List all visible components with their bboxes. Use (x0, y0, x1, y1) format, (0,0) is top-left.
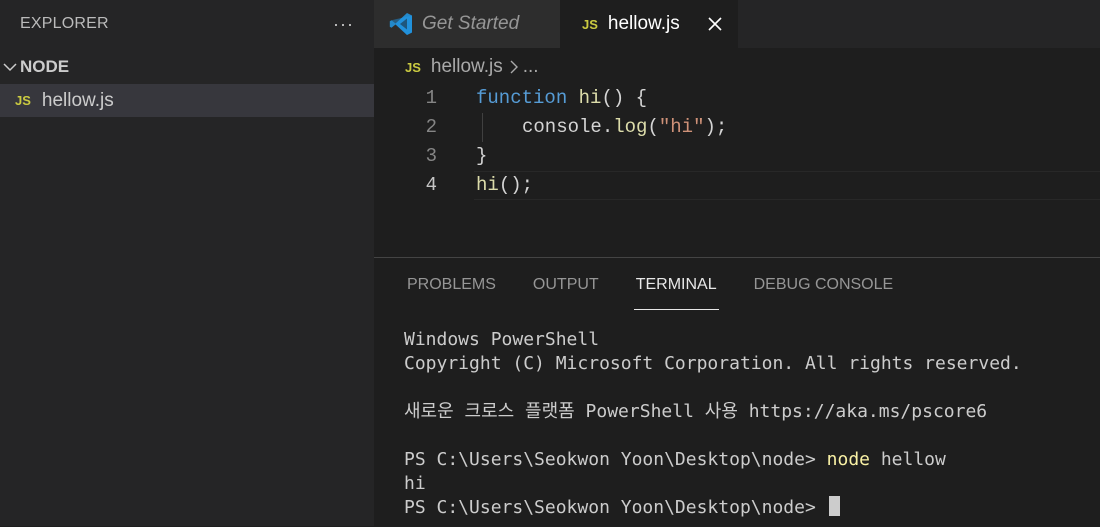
file-item-hellow-js[interactable]: JS hellow.js (0, 84, 374, 117)
terminal-line: Windows PowerShell (404, 329, 600, 350)
current-line-highlight (474, 171, 1100, 200)
chevron-down-icon[interactable] (0, 57, 20, 77)
line-number: 2 (425, 116, 437, 138)
chevron-right-icon (509, 59, 519, 75)
vscode-logo-icon (388, 11, 414, 37)
tab-hellow-js[interactable]: JS hellow.js (560, 0, 738, 48)
code-line: 2 console.log("hi"); (374, 113, 1100, 142)
terminal-command: node (826, 449, 870, 470)
terminal-line: 새로운 크로스 플랫폼 PowerShell 사용 https://aka.ms… (404, 401, 988, 422)
terminal-command-line: PS C:\Users\Seokwon Yoon\Desktop\node> n… (404, 448, 1094, 472)
code-line-current: 4 hi(); (374, 171, 1100, 200)
terminal-line: hi (404, 473, 426, 494)
tab-problems[interactable]: PROBLEMS (407, 258, 496, 312)
breadcrumb: JS hellow.js ... (374, 50, 1100, 84)
tab-output[interactable]: OUTPUT (533, 258, 599, 312)
terminal-cursor (828, 496, 840, 516)
code-line: 3 } (374, 142, 1100, 171)
breadcrumb-file[interactable]: hellow.js (431, 56, 503, 78)
terminal-prompt: PS C:\Users\Seokwon Yoon\Desktop\node> (404, 497, 827, 518)
terminal-command-arg: hellow (870, 449, 946, 470)
more-actions-icon[interactable]: ··· (333, 15, 354, 33)
tab-terminal[interactable]: TERMINAL (633, 258, 719, 312)
code-line: 1 function hi() { (374, 84, 1100, 113)
explorer-title: EXPLORER (20, 15, 109, 32)
panel-tabs: PROBLEMS OUTPUT TERMINAL DEBUG CONSOLE (374, 258, 1100, 312)
explorer-header: EXPLORER ··· (0, 0, 374, 48)
terminal-line: Copyright (C) Microsoft Corporation. All… (404, 353, 1022, 374)
breadcrumb-more[interactable]: ... (523, 56, 539, 78)
terminal-output[interactable]: Windows PowerShell Copyright (C) Microso… (404, 328, 1094, 520)
js-file-icon: JS (405, 59, 421, 75)
code-editor[interactable]: 1 function hi() { 2 console.log("hi"); 3… (374, 84, 1100, 254)
explorer-sidebar: EXPLORER ··· NODE JS hellow.js (0, 0, 374, 526)
tab-label: Get Started (422, 13, 520, 34)
terminal-prompt-line: PS C:\Users\Seokwon Yoon\Desktop\node> (404, 496, 1094, 520)
js-file-icon: JS (582, 16, 598, 32)
file-label: hellow.js (41, 89, 114, 111)
bottom-panel: PROBLEMS OUTPUT TERMINAL DEBUG CONSOLE W… (374, 257, 1100, 527)
code-text: hi(); (476, 174, 534, 196)
line-number: 3 (425, 145, 437, 167)
code-text: function hi() { (476, 87, 648, 109)
line-number: 1 (425, 87, 437, 109)
terminal-prompt: PS C:\Users\Seokwon Yoon\Desktop\node> (404, 449, 827, 470)
close-icon[interactable] (706, 15, 724, 33)
indent-guide (482, 113, 483, 142)
code-text: console.log("hi"); (522, 116, 728, 138)
tab-debug-console[interactable]: DEBUG CONSOLE (754, 258, 894, 312)
code-text: } (476, 145, 488, 167)
editor-tabbar: Get Started JS hellow.js (374, 0, 1100, 48)
folder-label: NODE (20, 57, 70, 76)
js-file-icon: JS (15, 93, 31, 108)
folder-node[interactable]: NODE (0, 50, 374, 84)
tab-get-started[interactable]: Get Started (374, 0, 560, 48)
line-number: 4 (425, 174, 437, 196)
tab-label: hellow.js (607, 13, 680, 34)
